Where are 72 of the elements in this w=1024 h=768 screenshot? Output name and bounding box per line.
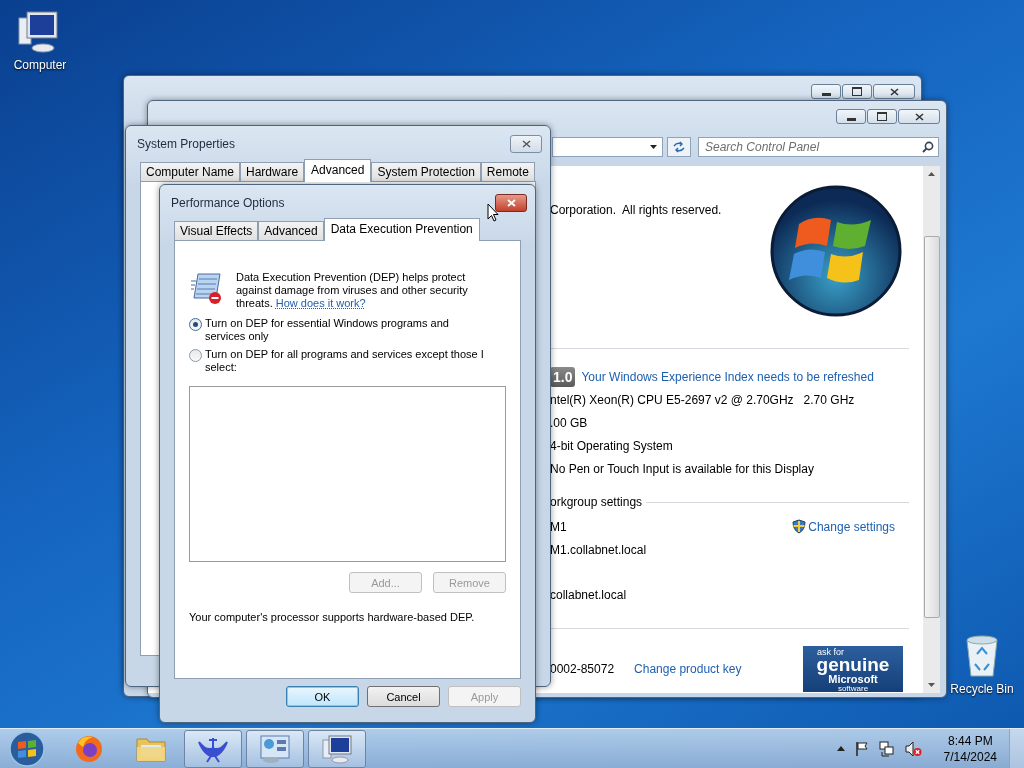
tab[interactable]: Visual Effects <box>174 221 259 240</box>
refresh-button[interactable] <box>667 137 691 157</box>
change-product-key-link[interactable]: Change product key <box>634 662 742 676</box>
radio-button[interactable] <box>189 349 202 362</box>
close-button[interactable] <box>495 194 527 212</box>
computer-info-text: M1.collabnet.local <box>550 541 647 559</box>
taskbar-button[interactable] <box>246 729 304 768</box>
memory-shield-icon <box>190 271 224 305</box>
refresh-icon <box>672 141 686 153</box>
clock-time[interactable]: 8:44 PM <box>947 732 993 749</box>
close-icon <box>521 140 531 148</box>
start-button[interactable] <box>8 729 46 768</box>
flag-icon[interactable] <box>854 741 869 756</box>
dropdown-arrow-icon[interactable] <box>650 145 657 149</box>
close-icon <box>506 199 516 207</box>
scroll-up-icon[interactable] <box>928 172 935 176</box>
system-info-text: 4-bit Operating System <box>550 437 674 455</box>
option-label[interactable]: Turn on DEP for all programs and services except those I select: <box>205 348 490 374</box>
tab[interactable]: Advanced <box>304 159 372 182</box>
taskbar-button[interactable] <box>308 729 366 768</box>
minimize-button[interactable] <box>811 84 841 99</box>
radio-button[interactable] <box>189 318 202 331</box>
product-id-text: 0002-85072 <box>550 662 615 676</box>
maximize-button[interactable] <box>842 84 872 99</box>
dialog-title: Performance Options <box>171 196 285 210</box>
taskbar-button[interactable] <box>184 729 242 768</box>
scroll-down-icon[interactable] <box>928 683 935 687</box>
copyright-text: Corporation. All rights reserved. <box>550 203 722 217</box>
option-label[interactable]: Turn on DEP for essential Windows programs and services only <box>205 317 490 343</box>
tab[interactable]: Advanced <box>258 221 324 240</box>
system-info-text: .00 GB <box>550 414 589 432</box>
tab[interactable]: Remote <box>480 162 535 181</box>
restore-button[interactable] <box>867 109 897 124</box>
help-link[interactable]: How does it work? <box>275 297 366 309</box>
desktop-icon-label[interactable]: Recycle Bin <box>950 682 1014 696</box>
tab[interactable]: System Protection <box>371 162 481 181</box>
tab[interactable]: Computer Name <box>140 162 241 181</box>
tab[interactable]: Hardware <box>240 162 305 181</box>
dialog-button[interactable]: Cancel <box>367 686 440 707</box>
computer-info-text: M1 <box>550 518 568 536</box>
clock-date[interactable]: 7/14/2024 <box>943 748 997 765</box>
control-panel-icon <box>259 733 291 764</box>
change-settings-link[interactable]: Change settings <box>792 515 895 538</box>
experience-index-link[interactable]: Your Windows Experience Index needs to be refreshed <box>581 370 874 384</box>
dialog-button[interactable]: OK <box>286 686 359 707</box>
rating-badge: 1.0 <box>550 367 576 387</box>
close-button[interactable] <box>873 84 915 99</box>
system-info-text: No Pen or Touch Input is available for this Display <box>550 460 815 478</box>
section-heading: orkgroup settings <box>550 495 643 509</box>
volume-muted-icon[interactable] <box>904 740 922 757</box>
mouse-cursor-icon <box>487 203 499 222</box>
computer-icon <box>321 733 353 764</box>
shield-icon <box>792 519 807 534</box>
search-icon[interactable] <box>922 141 934 153</box>
computer-info-text: collabnet.local <box>550 586 628 604</box>
tab[interactable]: Data Execution Prevention <box>323 218 480 241</box>
dep-description: Data Execution Prevention (DEP) helps protect against damage from viruses and other security threats. How does it work? <box>236 271 469 310</box>
desktop-icon-label[interactable]: Computer <box>13 58 67 72</box>
search-field[interactable]: Search Control Panel <box>698 137 939 157</box>
scrollbar[interactable] <box>923 166 940 693</box>
dialog-title: System Properties <box>137 137 236 151</box>
show-hidden-icons-icon[interactable] <box>836 746 845 751</box>
genuine-logo: ask for genuine Microsoft software <box>803 646 903 692</box>
status-text: Your computer's processor supports hardware-based DEP. <box>189 611 476 623</box>
minimize-button[interactable] <box>836 109 866 124</box>
close-button[interactable] <box>898 109 940 124</box>
recycle-bin-icon[interactable] <box>963 632 1001 678</box>
network-icon[interactable] <box>878 740 895 757</box>
system-info-text: ntel(R) Xeon(R) CPU E5-2697 v2 @ 2.70GHz 2.70 GHz <box>550 391 856 409</box>
close-icon <box>889 87 899 96</box>
close-icon <box>914 112 924 121</box>
close-button[interactable] <box>510 135 542 153</box>
